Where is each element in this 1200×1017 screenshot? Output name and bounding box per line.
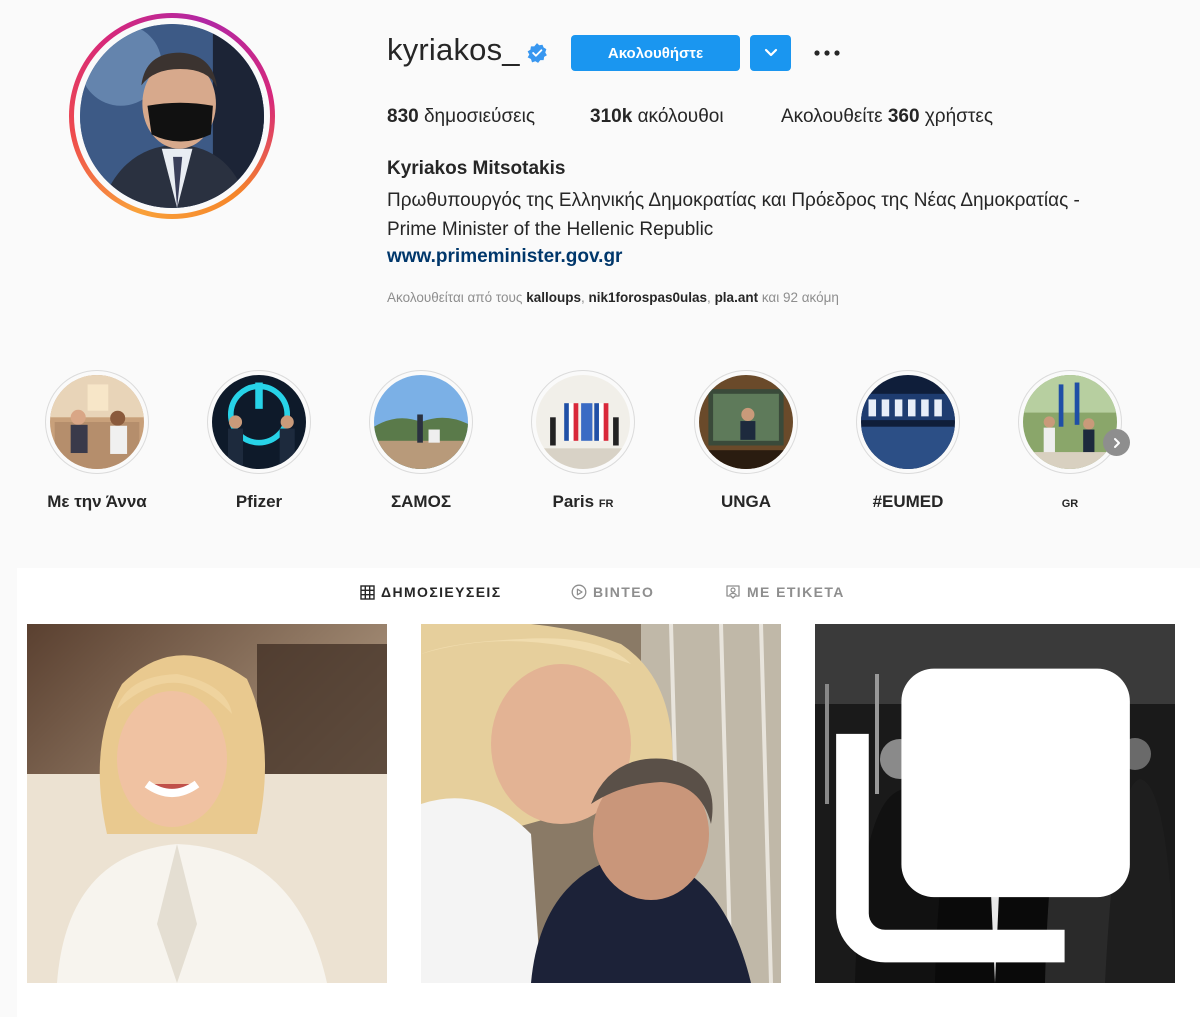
full-name: Kyriakos Mitsotakis [387, 158, 566, 179]
play-icon [571, 584, 587, 600]
username: kyriakos_ [387, 32, 520, 67]
highlight-label: Paris FR [552, 492, 614, 511]
highlight-item[interactable]: Pfizer [199, 370, 319, 512]
highlight-cover [861, 375, 955, 469]
highlight-item[interactable]: #EUMED [848, 370, 968, 512]
highlight-label: Pfizer [235, 492, 283, 511]
follower-username: pla.ant [714, 290, 759, 305]
highlight-label: GR [1061, 498, 1079, 510]
chevron-right-icon [1113, 437, 1120, 448]
post-thumbnail[interactable] [27, 624, 387, 983]
chevron-down-icon [764, 48, 777, 57]
tab-tagged[interactable]: ΜΕ ΕΤΙΚΕΤΑ [725, 582, 845, 602]
more-options-button[interactable] [808, 38, 846, 68]
highlight-item[interactable]: Paris FR [523, 370, 643, 512]
followed-by[interactable]: Ακολουθείται από τους kalloups, nik1foro… [387, 290, 839, 305]
bio: Πρωθυπουργός της Ελληνικής Δημοκρατίας κ… [387, 186, 1147, 244]
tab-videos[interactable]: ΒΙΝΤΕΟ [571, 582, 654, 602]
highlight-cover [212, 375, 306, 469]
post-thumbnail[interactable] [421, 624, 781, 983]
profile-avatar-ring[interactable] [69, 13, 275, 219]
grid-icon [360, 584, 375, 600]
follower-username: nik1forospas0ulas [588, 290, 708, 305]
multiple-photos-icon [836, 668, 1130, 963]
post-thumbnail[interactable] [815, 624, 1175, 983]
follow-button[interactable]: Ακολουθήστε [571, 35, 740, 71]
bio-line: Πρωθυπουργός της Ελληνικής Δημοκρατίας κ… [387, 190, 1080, 211]
highlight-label: ΣΑΜΟΣ [390, 492, 452, 511]
highlight-cover [374, 375, 468, 469]
highlight-label: #EUMED [872, 492, 944, 511]
highlight-item[interactable]: UNGA [686, 370, 806, 512]
follower-username: kalloups [526, 290, 581, 305]
highlights-next-button[interactable] [1103, 429, 1130, 456]
followers-count[interactable]: 310k ακόλουθοι [590, 106, 724, 128]
more-dots-icon [814, 50, 840, 56]
highlight-cover [699, 375, 793, 469]
highlight-item[interactable]: ΣΑΜΟΣ [361, 370, 481, 512]
suggested-dropdown-button[interactable] [750, 35, 791, 71]
posts-count: 830 δημοσιεύσεις [387, 106, 536, 127]
highlight-item[interactable]: Με την Άννα [37, 370, 157, 512]
following-count[interactable]: Ακολουθείτε 360 χρήστες [781, 106, 993, 128]
highlight-cover [50, 375, 144, 469]
highlight-label: Με την Άννα [47, 492, 147, 511]
highlight-cover [1023, 375, 1117, 469]
website-link[interactable]: www.primeminister.gov.gr [387, 246, 622, 268]
tagged-icon [726, 585, 740, 599]
bio-line: Prime Minister of the Hellenic Republic [387, 219, 714, 240]
highlight-label: UNGA [720, 492, 772, 511]
verified-badge-icon [527, 43, 547, 63]
tab-posts[interactable]: ΔΗΜΟΣΙΕΥΣΕΙΣ [360, 582, 502, 602]
highlight-cover [536, 375, 630, 469]
avatar [80, 24, 264, 208]
